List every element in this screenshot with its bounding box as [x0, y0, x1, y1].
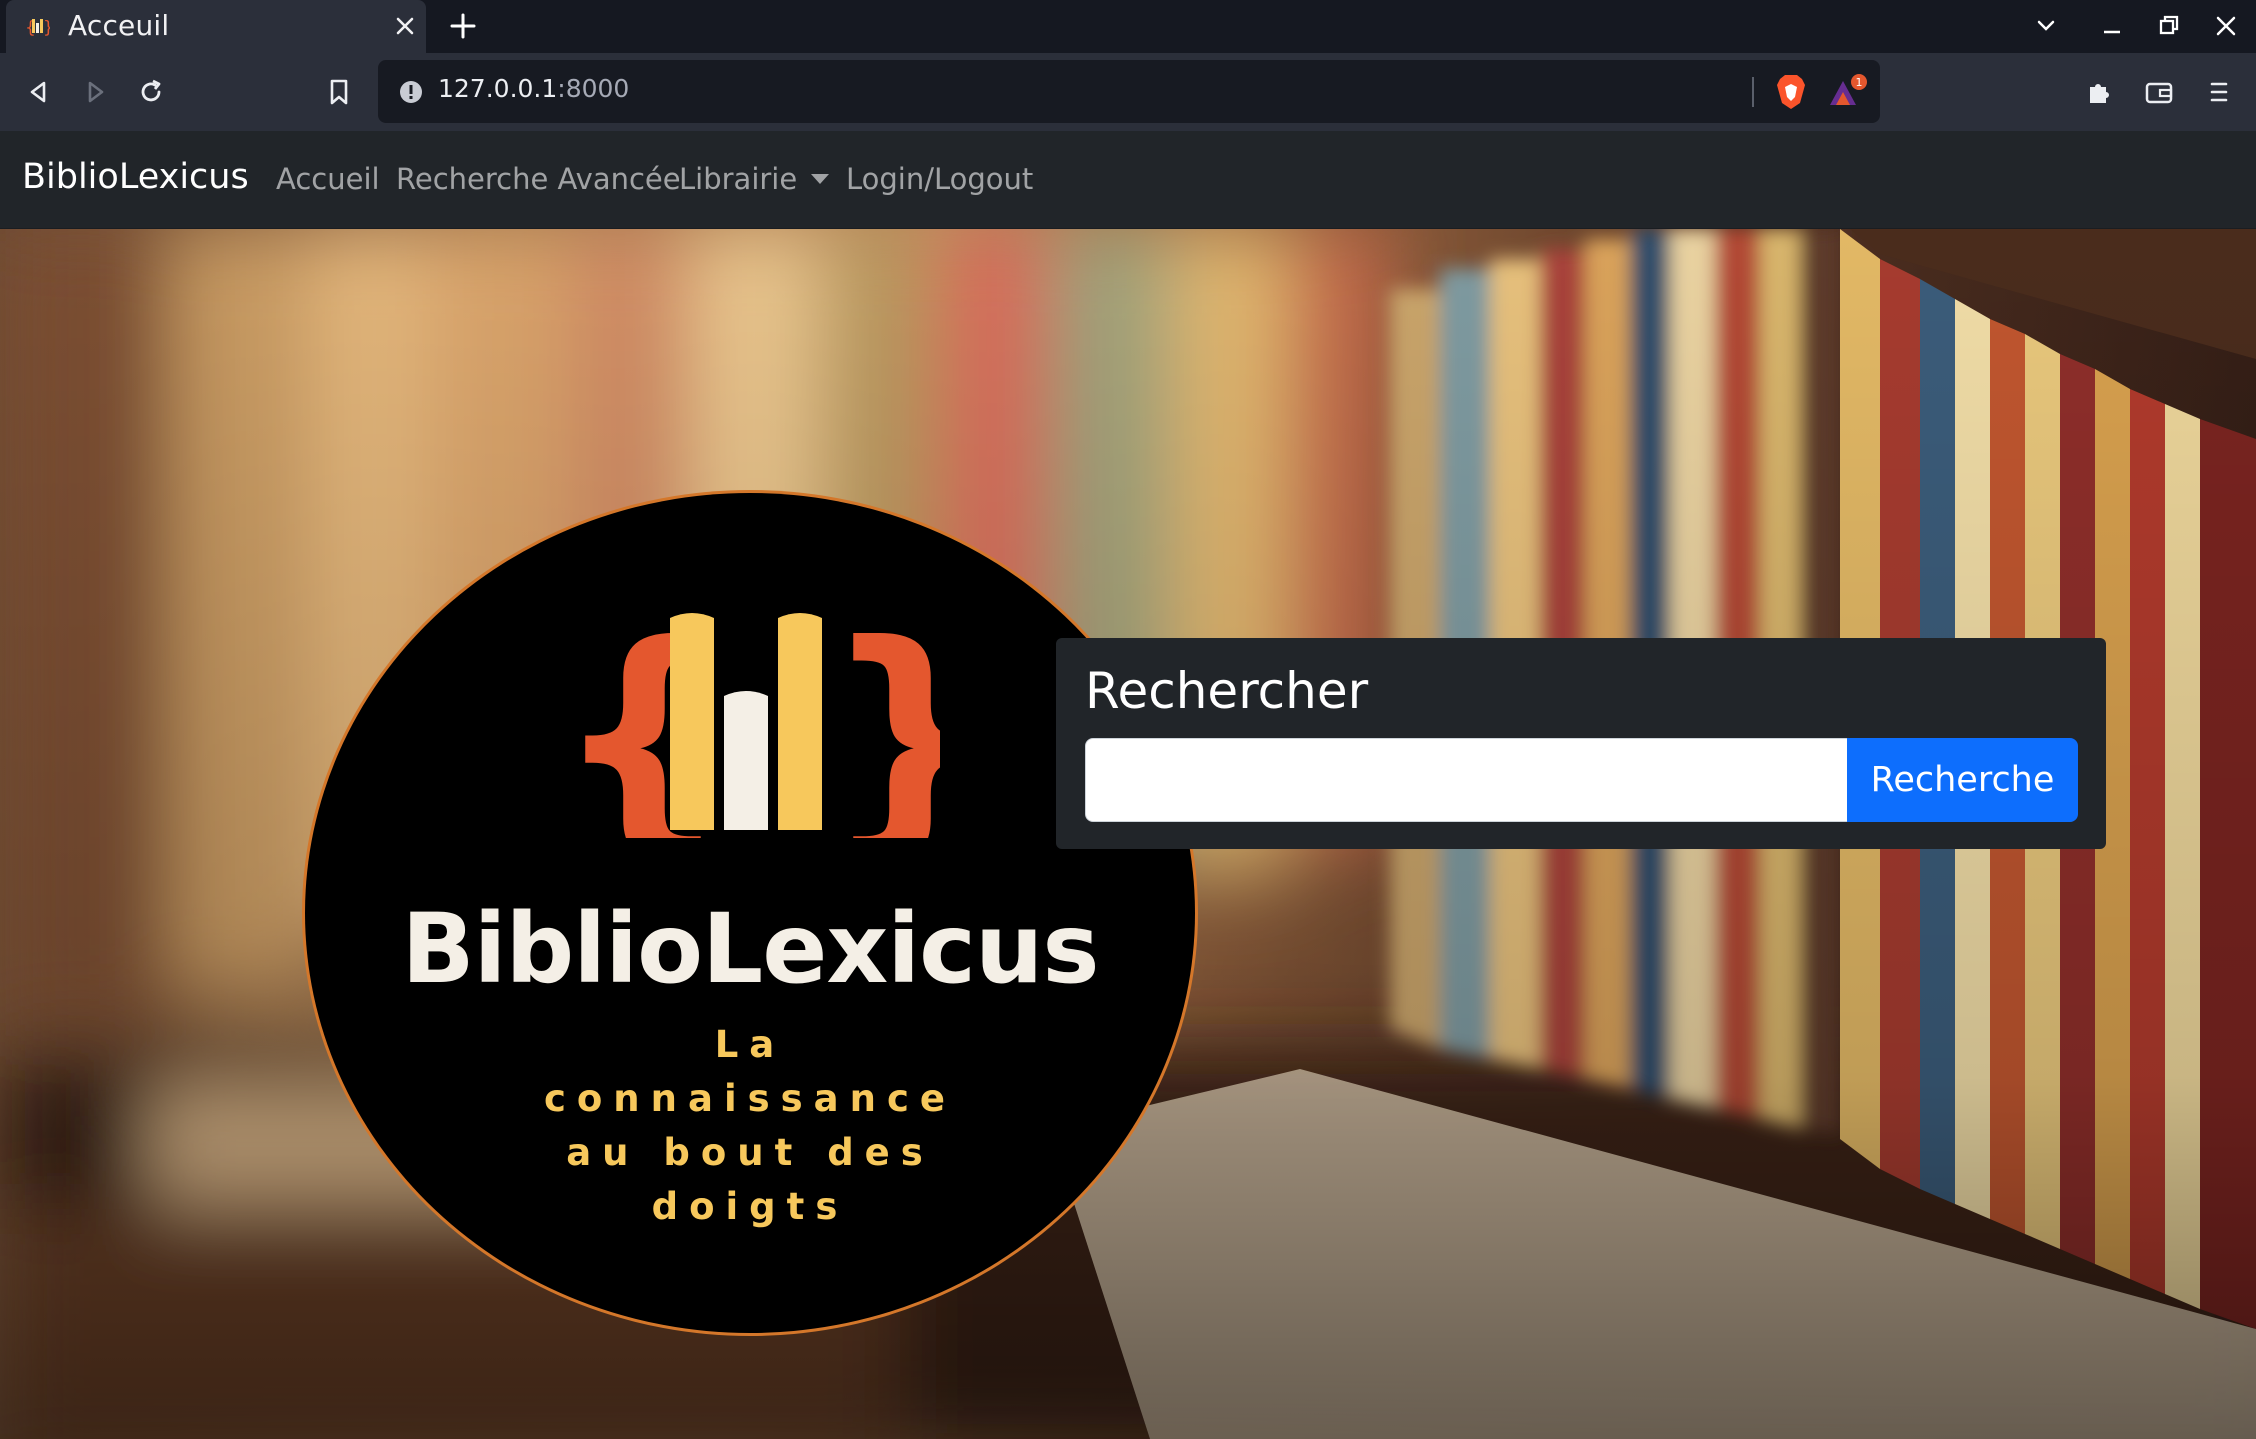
- forward-icon[interactable]: [78, 75, 112, 109]
- browser-tab-active[interactable]: { } Acceuil: [6, 0, 426, 53]
- bibliolexicus-favicon-icon: { }: [25, 18, 50, 38]
- url-text: 127.0.0.1:8000: [438, 74, 629, 103]
- restore-icon[interactable]: [2155, 12, 2183, 40]
- nav-link-recherche-avancee[interactable]: Recherche Avancée: [396, 162, 681, 196]
- browser-tabstrip: { } Acceuil: [0, 0, 2256, 53]
- search-button[interactable]: Recherche: [1847, 738, 2078, 822]
- nav-dropdown-label: Librairie: [679, 162, 798, 196]
- books-braces-logo-icon: { }: [560, 598, 940, 838]
- new-tab-icon[interactable]: [449, 12, 477, 40]
- search-input[interactable]: [1085, 738, 1849, 822]
- search-card: Rechercher Recherche: [1056, 638, 2106, 849]
- navbar-brand[interactable]: BiblioLexicus: [22, 157, 249, 197]
- bookmark-icon[interactable]: [322, 75, 356, 109]
- url-host: 127.0.0.1: [438, 74, 558, 103]
- svg-text:}: }: [43, 18, 50, 38]
- brave-shields-icon[interactable]: [1774, 73, 1808, 111]
- hero-section: { } BiblioLexicus La connaissance au bou…: [0, 229, 2256, 1439]
- search-heading: Rechercher: [1085, 662, 1369, 720]
- nav-link-accueil[interactable]: Accueil: [276, 162, 380, 196]
- tab-search-chevron-icon[interactable]: [2032, 12, 2060, 40]
- url-port: :8000: [557, 74, 630, 103]
- nav-link-login-logout[interactable]: Login/Logout: [846, 162, 1033, 196]
- tagline-line: La connaissance: [543, 1023, 957, 1120]
- site-navbar: BiblioLexicus Accueil Recherche Avancée …: [0, 131, 2256, 229]
- tab-title: Acceuil: [68, 9, 170, 42]
- rewards-badge-count: 1: [1856, 76, 1863, 89]
- minimize-icon[interactable]: [2098, 12, 2126, 40]
- svg-text:}: }: [822, 598, 940, 838]
- tagline-line: doigts: [651, 1185, 849, 1228]
- address-bar[interactable]: 127.0.0.1:8000 1: [378, 60, 1880, 123]
- address-bar-divider: [1752, 77, 1754, 107]
- site-info-icon[interactable]: [398, 79, 424, 105]
- logo-tagline: La connaissance au bout des doigts: [500, 1018, 1000, 1234]
- reload-icon[interactable]: [134, 75, 168, 109]
- nav-dropdown-librairie[interactable]: Librairie: [679, 162, 830, 196]
- close-window-icon[interactable]: [2212, 12, 2240, 40]
- caret-down-icon: [811, 174, 830, 184]
- brave-rewards-icon[interactable]: 1: [1826, 73, 1870, 111]
- close-tab-icon[interactable]: [392, 13, 418, 39]
- bibliolexicus-logo: { } BiblioLexicus La connaissance au bou…: [305, 493, 1195, 1333]
- tagline-line: au bout des: [566, 1131, 934, 1174]
- back-icon[interactable]: [22, 75, 56, 109]
- extensions-icon[interactable]: [2082, 75, 2116, 109]
- wallet-icon[interactable]: [2142, 75, 2176, 109]
- logo-title: BiblioLexicus: [401, 893, 1099, 1005]
- menu-icon[interactable]: [2202, 75, 2236, 109]
